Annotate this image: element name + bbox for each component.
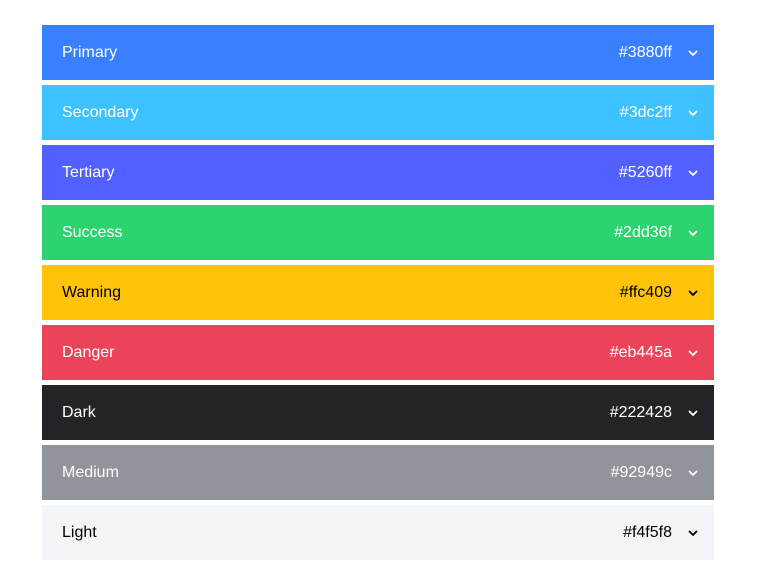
color-name: Danger: [62, 343, 115, 361]
chevron-down-icon[interactable]: [686, 346, 700, 360]
color-name: Light: [62, 523, 97, 541]
color-hex-value: #92949c: [610, 463, 672, 481]
chevron-down-icon[interactable]: [686, 46, 700, 60]
color-hex-value: #3dc2ff: [619, 103, 672, 121]
color-name: Tertiary: [62, 163, 115, 181]
color-hex-value: #222428: [609, 403, 672, 421]
color-row-primary[interactable]: Primary #3880ff: [42, 25, 714, 80]
color-hex-value: #ffc409: [619, 283, 672, 301]
color-name: Primary: [62, 43, 118, 61]
color-row-warning[interactable]: Warning #ffc409: [42, 265, 714, 320]
color-name: Success: [62, 223, 123, 241]
color-row-tertiary[interactable]: Tertiary #5260ff: [42, 145, 714, 200]
color-name: Dark: [62, 403, 96, 421]
color-row-danger[interactable]: Danger #eb445a: [42, 325, 714, 380]
chevron-down-icon[interactable]: [686, 466, 700, 480]
color-row-medium[interactable]: Medium #92949c: [42, 445, 714, 500]
color-hex-value: #2dd36f: [614, 223, 672, 241]
color-name: Secondary: [62, 103, 139, 121]
color-hex-value: #3880ff: [618, 43, 672, 61]
color-hex-value: #5260ff: [618, 163, 672, 181]
color-palette-list: Primary #3880ff Secondary #3dc2ff Tertia…: [42, 25, 714, 565]
chevron-down-icon[interactable]: [686, 286, 700, 300]
chevron-down-icon[interactable]: [686, 166, 700, 180]
color-row-secondary[interactable]: Secondary #3dc2ff: [42, 85, 714, 140]
chevron-down-icon[interactable]: [686, 406, 700, 420]
chevron-down-icon[interactable]: [686, 226, 700, 240]
color-name: Warning: [62, 283, 121, 301]
chevron-down-icon[interactable]: [686, 526, 700, 540]
color-hex-value: #f4f5f8: [623, 523, 672, 541]
color-row-dark[interactable]: Dark #222428: [42, 385, 714, 440]
color-row-light[interactable]: Light #f4f5f8: [42, 505, 714, 560]
color-hex-value: #eb445a: [609, 343, 672, 361]
color-row-success[interactable]: Success #2dd36f: [42, 205, 714, 260]
color-name: Medium: [62, 463, 119, 481]
chevron-down-icon[interactable]: [686, 106, 700, 120]
